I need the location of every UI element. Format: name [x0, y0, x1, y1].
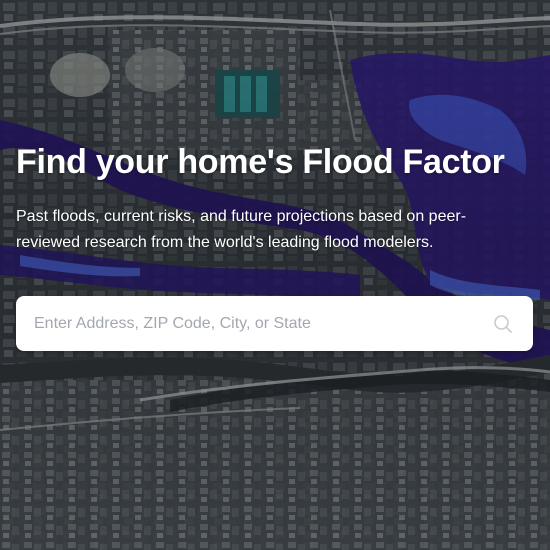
- search-input[interactable]: [34, 303, 491, 344]
- hero-content: Find your home's Flood Factor Past flood…: [16, 142, 534, 256]
- search-icon[interactable]: [491, 312, 515, 336]
- hero-subtitle: Past floods, current risks, and future p…: [16, 208, 467, 251]
- hero-shade-overlay: [0, 0, 550, 550]
- search-bar[interactable]: [16, 296, 533, 351]
- hero-section: Find your home's Flood Factor Past flood…: [0, 0, 550, 550]
- page-title: Find your home's Flood Factor: [16, 143, 505, 181]
